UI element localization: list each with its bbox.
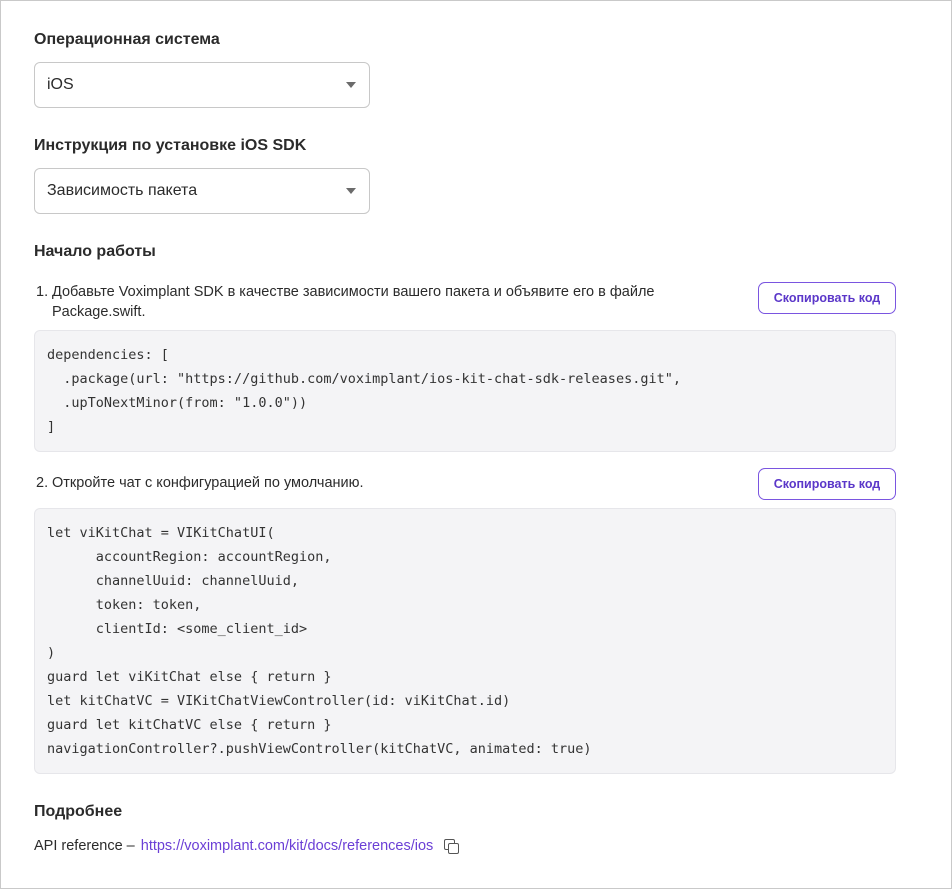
copy-icon[interactable]	[443, 838, 460, 854]
os-select[interactable]: iOS	[34, 62, 370, 108]
step-1-line2: Package.swift.	[52, 304, 146, 320]
step-1-line1: Добавьте Voximplant SDK в качестве завис…	[52, 284, 655, 300]
code-line: .upToNextMinor(from: "1.0.0"))	[47, 395, 308, 411]
chevron-down-icon	[346, 188, 356, 194]
code-block-1: dependencies: [ .package(url: "https://g…	[34, 330, 896, 452]
step-2-number: 2.	[36, 475, 49, 491]
api-reference-link[interactable]: https://voximplant.com/kit/docs/referenc…	[141, 838, 434, 854]
install-select[interactable]: Зависимость пакета	[34, 168, 370, 214]
install-label: Инструкция по установке iOS SDK	[34, 137, 307, 154]
chevron-down-icon	[346, 82, 356, 88]
os-select-value: iOS	[47, 76, 74, 93]
code-line: .package(url: "https://github.com/voximp…	[47, 371, 681, 387]
copy-code-button-2[interactable]: Скопировать код	[758, 468, 896, 500]
copy-code-button-1[interactable]: Скопировать код	[758, 282, 896, 314]
step-2-text: 2. Откройте чат с конфигурацией по умолча…	[36, 473, 736, 493]
code-line: navigationController?.pushViewController…	[47, 741, 592, 757]
code-line: ]	[47, 419, 56, 435]
step-1-text: 1. Добавьте Voximplant SDK в качестве зав…	[36, 282, 736, 322]
api-reference-row: API reference – https://voximplant.com/k…	[34, 838, 460, 854]
start-heading: Начало работы	[34, 243, 156, 260]
code-line: accountRegion: accountRegion,	[47, 549, 332, 565]
step-1-number: 1.	[36, 284, 49, 300]
code-line: token: token,	[47, 597, 202, 613]
code-block-2: let viKitChat = VIKitChatUI( accountRegi…	[34, 508, 896, 774]
code-line: let kitChatVC = VIKitChatViewController(…	[47, 693, 511, 709]
api-reference-prefix: API reference –	[34, 838, 135, 854]
install-select-value: Зависимость пакета	[47, 182, 198, 199]
code-line: )	[47, 645, 56, 661]
os-label: Операционная система	[34, 31, 220, 48]
code-line: let viKitChat = VIKitChatUI(	[47, 525, 275, 541]
more-heading: Подробнее	[34, 803, 123, 820]
code-line: clientId: <some_client_id>	[47, 621, 308, 637]
code-line: guard let kitChatVC else { return }	[47, 717, 332, 733]
code-line: channelUuid: channelUuid,	[47, 573, 299, 589]
step-2-line: Откройте чат с конфигурацией по умолчани…	[52, 475, 364, 491]
code-line: dependencies: [	[47, 347, 169, 363]
code-line: guard let viKitChat else { return }	[47, 669, 332, 685]
